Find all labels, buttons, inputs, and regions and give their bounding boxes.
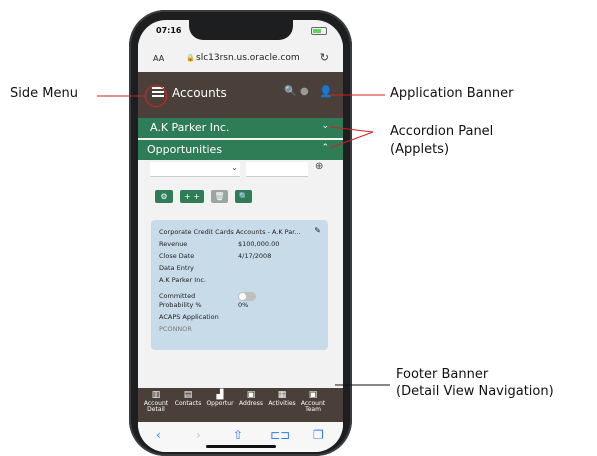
footer-banner: ▥ Account Detail ▤ Contacts ▟ Opportur ▣… [138,388,343,422]
field-label: Data Entry [159,264,194,272]
building-icon: ▥ [151,390,161,400]
tabs-icon[interactable]: ❐ [313,428,324,442]
footer-item-addresses[interactable]: ▣ Address [237,390,265,407]
query-select[interactable]: ⌄ [150,162,240,177]
callout-applets: (Applets) [390,142,450,157]
callout-side-menu: Side Menu [10,86,78,101]
bookmarks-icon[interactable]: ⊏⊐ [270,428,290,442]
field-label: Committed [159,292,196,300]
callout-application-banner: Application Banner [390,86,514,101]
chevron-down-icon: ⌄ [321,121,329,131]
address-book-icon: ▣ [246,390,256,400]
footer-item-opportunities[interactable]: ▟ Opportur [205,390,235,407]
field-label: ACAPS Application [159,313,219,321]
footer-item-account-team[interactable]: ▣ Account Team [299,390,327,414]
callout-detail-view-navigation: (Detail View Navigation) [396,384,554,399]
footer-item-activities[interactable]: ▦ Activities [267,390,297,407]
share-icon[interactable]: ⇧ [233,428,243,442]
footer-item-account-detail[interactable]: ▥ Account Detail [143,390,169,414]
status-time: 07:16 [156,26,182,35]
accordion-header-account[interactable]: A.K Parker Inc. ⌄ [138,118,343,138]
field-value: $100,000.00 [238,240,280,248]
chevron-up-icon: ⌃ [321,143,329,153]
delete-button[interactable]: 🗑 [211,190,228,203]
applet-content: ⌄ ⊕ ⚙ + + 🗑 🔍 Corporate Credit Cards Acc… [138,160,343,388]
phone-notch [188,20,293,40]
callout-accordion-panel: Accordion Panel [390,124,494,139]
callout-footer-banner: Footer Banner [396,367,489,382]
safari-toolbar: ‹ › ⇧ ⊏⊐ ❐ [138,422,343,452]
side-menu-highlight-circle [145,85,167,107]
back-icon[interactable]: ‹ [156,428,161,442]
home-indicator [205,445,276,448]
notification-icon[interactable]: ● [300,86,309,97]
search-icon[interactable]: 🔍 [284,86,296,97]
field-label: Revenue [159,240,188,248]
banner-title: Accounts [172,86,227,100]
user-icon[interactable]: 👤 [319,85,333,98]
text-size-button[interactable]: AA [153,54,164,63]
card-title: Corporate Credit Cards Accounts - A.K Pa… [159,228,301,236]
committed-toggle[interactable] [238,292,256,301]
accordion-label: A.K Parker Inc. [150,121,230,134]
pencil-icon[interactable]: ✎ [314,226,321,235]
settings-button[interactable]: ⚙ [155,190,173,203]
filter-input[interactable] [246,162,308,177]
footer-item-contacts[interactable]: ▤ Contacts [173,390,203,407]
contacts-icon: ▤ [183,390,193,400]
field-value: A.K Parker Inc. [159,276,206,284]
phone-frame: 07:16 AA 🔒 slc13rsn.us.oracle.com ↻ Acco… [129,10,352,456]
battery-icon [311,27,327,35]
accordion-header-opportunities[interactable]: Opportunities ⌃ [138,140,343,160]
chevron-down-icon: ⌄ [231,163,238,172]
query-button[interactable]: 🔍 [235,190,252,203]
browser-url[interactable]: slc13rsn.us.oracle.com [196,53,300,63]
chart-icon: ▟ [216,390,224,400]
field-label: Probability % [159,301,202,309]
reload-icon[interactable]: ↻ [320,51,329,64]
go-icon[interactable]: ⊕ [315,161,323,172]
application-banner: Accounts 🔍 ● 👤 [138,72,343,118]
phone-screen: 07:16 AA 🔒 slc13rsn.us.oracle.com ↻ Acco… [138,20,343,452]
add-button[interactable]: + + [180,190,204,203]
calendar-icon: ▦ [277,390,287,400]
team-icon: ▣ [308,390,318,400]
field-value: PCONNOR [159,325,192,333]
field-label: Close Date [159,252,195,260]
forward-icon[interactable]: › [196,428,201,442]
lock-icon: 🔒 [186,54,195,62]
field-value: 4/17/2008 [238,252,272,260]
opportunity-card[interactable]: Corporate Credit Cards Accounts - A.K Pa… [151,220,328,350]
accordion-label: Opportunities [147,143,223,156]
field-value: 0% [238,301,249,309]
browser-address-bar[interactable]: AA 🔒 slc13rsn.us.oracle.com ↻ [138,42,343,72]
